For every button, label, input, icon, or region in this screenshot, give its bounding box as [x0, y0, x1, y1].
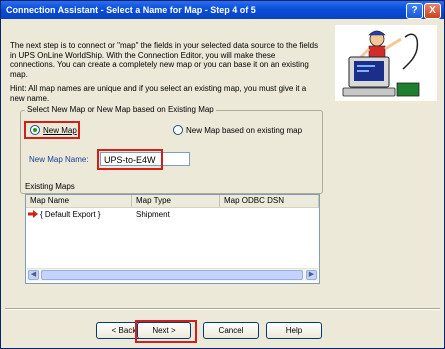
help-button[interactable]: Help: [266, 322, 322, 339]
existing-maps-list[interactable]: Map Name Map Type Map ODBC DSN { Default…: [25, 194, 320, 284]
list-header: Map Name Map Type Map ODBC DSN: [26, 195, 319, 208]
title-bar: Connection Assistant - Select a Name for…: [1, 1, 444, 19]
column-map-dsn[interactable]: Map ODBC DSN: [220, 195, 319, 207]
scroll-thumb[interactable]: [41, 270, 303, 280]
close-icon[interactable]: X: [424, 3, 441, 19]
button-separator: [5, 308, 440, 310]
map-name-label: New Map Name:: [29, 155, 89, 164]
existing-maps-label: Existing Maps: [25, 182, 75, 191]
column-map-name[interactable]: Map Name: [26, 195, 132, 207]
selected-row-arrow-icon: [28, 210, 38, 218]
next-highlight: [135, 320, 197, 343]
help-icon[interactable]: ?: [406, 3, 423, 19]
radio-existing-map-label[interactable]: New Map based on existing map: [186, 126, 302, 135]
map-type-cell: Shipment: [136, 210, 170, 219]
radio-existing-map[interactable]: New Map based on existing map: [173, 125, 302, 135]
scroll-left-icon[interactable]: ◀: [28, 270, 39, 280]
column-map-type[interactable]: Map Type: [132, 195, 220, 207]
map-name-highlight: [97, 149, 163, 170]
horizontal-scrollbar[interactable]: ◀ ▶: [27, 268, 318, 281]
new-map-highlight: [24, 121, 80, 139]
intro-text: The next step is to connect or "map" the…: [10, 41, 319, 79]
hint-text: Hint: All map names are unique and if yo…: [10, 84, 307, 103]
dialog-window: Connection Assistant - Select a Name for…: [0, 0, 445, 349]
connection-assistant-illustration: [335, 25, 437, 101]
group-legend: Select New Map or New Map based on Exist…: [25, 105, 216, 114]
radio-existing-map-indicator[interactable]: [173, 125, 183, 135]
map-name-cell: { Default Export }: [40, 210, 101, 219]
scroll-right-icon[interactable]: ▶: [306, 270, 317, 280]
window-title: Connection Assistant - Select a Name for…: [6, 5, 256, 15]
table-row[interactable]: { Default Export } Shipment: [26, 209, 319, 220]
cancel-button[interactable]: Cancel: [203, 322, 259, 339]
